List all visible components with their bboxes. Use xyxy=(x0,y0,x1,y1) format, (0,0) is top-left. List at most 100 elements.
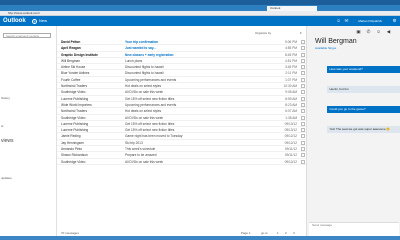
message-rows: David Pelton Your trip confirmation 5:06 P… xyxy=(57,39,307,165)
list-header: Organize by ▾ xyxy=(57,31,307,36)
sender-name: Blue Yonder Airlines xyxy=(61,71,90,76)
sender-name: Southridge Video xyxy=(61,115,86,120)
new-message-button[interactable]: + New xyxy=(32,18,47,24)
table-row[interactable]: Southridge Video All DVDs on sale this we… xyxy=(57,159,307,165)
message-subject: Upcoming performances and events xyxy=(125,77,177,82)
chat-bubble: Yes! The seat we got was super awesome 😊 xyxy=(327,126,400,133)
message-date: 4:55 PM xyxy=(285,46,297,51)
row-checkbox[interactable] xyxy=(301,58,305,63)
message-date: 1:07 PM xyxy=(285,77,297,82)
user-name[interactable]: Marian Fitzpatrick xyxy=(358,16,382,26)
message-date: 09/11/12 xyxy=(284,153,297,158)
sender-name: Jamie Reding xyxy=(61,134,81,139)
back-icon[interactable]: ◀ xyxy=(385,29,392,34)
row-checkbox[interactable] xyxy=(301,134,305,139)
row-checkbox[interactable] xyxy=(301,147,305,152)
message-date: 5:06 PM xyxy=(285,40,297,44)
row-checkbox[interactable] xyxy=(301,102,305,107)
folder-views[interactable]: views xyxy=(1,138,41,144)
sender-name: April Reagan xyxy=(61,46,81,51)
message-date: 2:11 PM xyxy=(285,71,297,76)
add-contact-icon[interactable]: ☺ xyxy=(375,29,382,34)
chevron-down-icon[interactable]: ▾ xyxy=(300,31,302,35)
contact-status: Available Skype xyxy=(315,46,337,50)
people-icon[interactable]: ☺ xyxy=(336,18,341,24)
message-subject: Lunch plans xyxy=(125,58,143,63)
message-subject: Just wanted to say... xyxy=(125,46,156,51)
outlook-logo[interactable]: Outlook xyxy=(3,16,26,26)
row-checkbox[interactable] xyxy=(301,71,305,76)
folder-history[interactable]: history xyxy=(1,96,41,100)
row-checkbox[interactable] xyxy=(301,140,305,145)
send-message-input[interactable]: Send message xyxy=(309,222,399,236)
chat-pane: ▣ ✆ ☺ ◀ Will Bergman Available Skype How… xyxy=(306,26,400,240)
chat-toolbar: ▣ ✆ ☺ ◀ xyxy=(307,29,400,34)
row-checkbox[interactable] xyxy=(301,109,305,114)
message-subject: Upcoming performances and events xyxy=(125,102,177,107)
message-date: 6:07 AM xyxy=(285,109,297,114)
row-checkbox[interactable] xyxy=(301,77,305,82)
sender-name: Armando Pinto xyxy=(61,147,83,152)
row-checkbox[interactable] xyxy=(301,46,305,51)
row-checkbox[interactable] xyxy=(301,153,305,158)
message-subject: Discounted flights to hawaii xyxy=(125,65,164,70)
message-date: 9:08 AM xyxy=(285,90,297,95)
message-subject: Get 15% off select new fiction titles xyxy=(125,128,175,133)
sender-name: Fourth Coffee xyxy=(61,77,81,82)
sender-name: Shawn Richardson xyxy=(61,153,88,158)
message-list: Organize by ▾ David Pelton Your trip conf… xyxy=(56,26,307,240)
message-subject: Get 15% off select new fiction titles xyxy=(125,121,175,126)
sender-name: Will Bergman xyxy=(61,58,80,63)
message-date: 09/11/12 xyxy=(284,147,297,152)
sender-name: Airline Ski House xyxy=(61,65,86,70)
sender-name: Wide World Importers xyxy=(61,102,92,107)
message-subject: This week's schedule xyxy=(125,147,156,152)
message-date: 8:59 AM xyxy=(285,96,297,101)
message-date: 09/12/12 xyxy=(284,140,297,145)
message-date: 1:38 AM xyxy=(285,115,297,120)
row-checkbox[interactable] xyxy=(301,159,305,164)
organize-by[interactable]: Organize by xyxy=(255,31,271,35)
row-checkbox[interactable] xyxy=(301,115,305,120)
message-subject: All DVDs on sale this week xyxy=(125,90,164,95)
row-checkbox[interactable] xyxy=(301,128,305,133)
contact-name: Will Bergman xyxy=(315,38,357,45)
folder-ts[interactable]: ts xyxy=(1,124,41,128)
row-checkbox[interactable] xyxy=(301,96,305,101)
search-input[interactable]: Search email and contacts xyxy=(3,33,51,38)
sender-name: Southridge Video xyxy=(61,159,86,164)
folder-updates[interactable]: updates xyxy=(1,176,41,180)
sender-name: Lucerne Publishing xyxy=(61,121,89,126)
app-header: Outlook + New ☺ ✉ Marian Fitzpatrick ⚙ xyxy=(0,16,400,26)
row-checkbox[interactable] xyxy=(301,40,305,44)
sender-name: David Pelton xyxy=(61,40,81,44)
message-date: 10:30 AM xyxy=(283,84,297,89)
sender-name: Jay Henningsen xyxy=(61,140,84,145)
message-subject: Get 15% off select new fiction titles xyxy=(125,96,175,101)
row-checkbox[interactable] xyxy=(301,121,305,126)
message-subject: Your trip confirmation xyxy=(125,40,159,44)
phone-icon[interactable]: ✆ xyxy=(365,29,372,34)
message-date: 8:23 AM xyxy=(285,102,297,107)
row-checkbox[interactable] xyxy=(301,84,305,89)
gear-icon[interactable]: ⚙ xyxy=(392,18,397,24)
message-date: 3:45 PM xyxy=(285,65,297,70)
sender-name: Lucerne Publishing xyxy=(61,128,89,133)
taskbar xyxy=(0,236,400,240)
message-subject: Game night has been moved to Tuesday xyxy=(125,134,183,139)
chat-icon[interactable]: ✉ xyxy=(344,18,349,24)
chat-bubble: How was your weekend? xyxy=(327,66,400,73)
message-date: 4:51 PM xyxy=(285,58,297,63)
chat-bubble: Hectic, but fun xyxy=(327,86,400,93)
new-label: New xyxy=(39,18,48,23)
message-subject: New classes + early registration xyxy=(125,52,174,57)
message-subject: Prepare to be amazed xyxy=(125,153,157,158)
row-checkbox[interactable] xyxy=(301,90,305,95)
message-subject: Hot deals on select styles xyxy=(125,84,162,89)
sender-name: Northwind Traders xyxy=(61,109,88,114)
video-call-icon[interactable]: ▣ xyxy=(355,29,362,34)
row-checkbox[interactable] xyxy=(301,52,305,57)
plus-icon: + xyxy=(32,18,37,24)
row-checkbox[interactable] xyxy=(301,65,305,70)
sender-name: Graphic Design Institute xyxy=(61,52,98,57)
